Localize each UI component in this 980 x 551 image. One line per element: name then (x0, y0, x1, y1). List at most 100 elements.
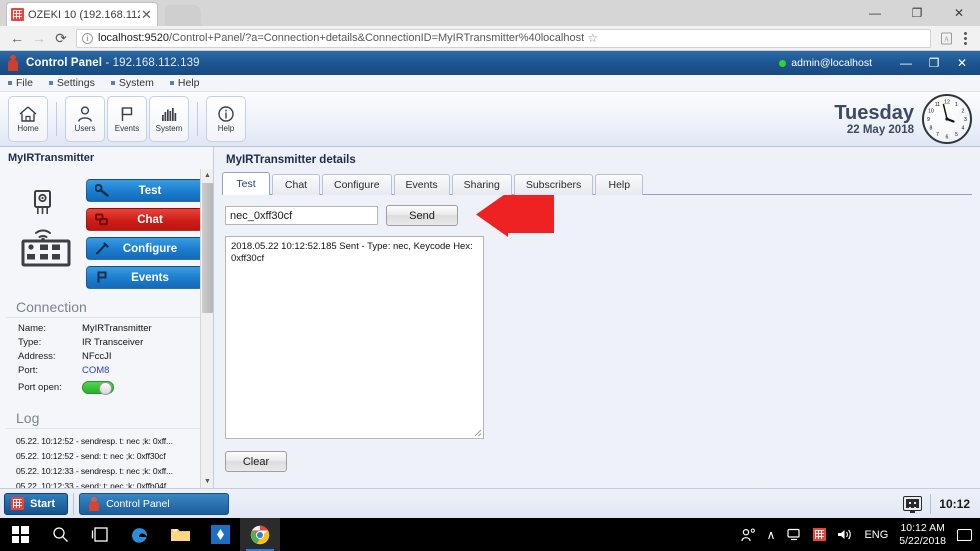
svg-text:10: 10 (928, 109, 934, 115)
sidebar-events-button[interactable]: Events (86, 266, 203, 289)
connection-name-value: MyIRTransmitter (82, 322, 152, 334)
task-view-button[interactable] (80, 518, 120, 551)
ozeki-start-label: Start (30, 497, 56, 510)
connection-row-type: Type: IR Transceiver (0, 335, 213, 349)
app-minimize-button[interactable]: — (892, 51, 920, 75)
taskbar-clock[interactable]: 10:12 AM 5/22/2018 (899, 522, 946, 548)
forward-icon[interactable]: → (28, 27, 50, 49)
browser-toolbar: ← → ⟳ i localhost:9520/Control+Panel/?a=… (0, 26, 980, 51)
scroll-up-icon[interactable]: ▲ (201, 169, 213, 182)
scrollbar-thumb[interactable] (202, 183, 213, 313)
tab-help[interactable]: Help (595, 174, 644, 195)
notification-icon[interactable] (957, 528, 972, 541)
tab-chat[interactable]: Chat (272, 174, 320, 195)
browser-close-button[interactable]: ✕ (938, 0, 980, 26)
app-close-button[interactable]: ✕ (948, 51, 976, 75)
wrench-icon (95, 242, 109, 255)
bookmark-star-icon[interactable]: ☆ (584, 31, 598, 45)
toolbar-users-label: Users (74, 124, 96, 133)
wrench-icon (95, 184, 109, 197)
connection-port-link[interactable]: COM8 (82, 365, 109, 376)
port-open-toggle[interactable] (82, 381, 114, 395)
file-explorer-button[interactable] (160, 518, 200, 551)
sidebar-configure-button[interactable]: Configure (86, 237, 203, 260)
tab-test[interactable]: Test (222, 172, 270, 195)
app-title: Control Panel - 192.168.112.139 (26, 57, 200, 69)
taskbar-time: 10:12 AM (900, 521, 945, 534)
connection-row-address: Address: NFccJI (0, 349, 213, 363)
tab-events[interactable]: Events (393, 174, 450, 195)
sidebar-chat-button[interactable]: Chat (86, 208, 203, 231)
reload-icon[interactable]: ⟳ (50, 27, 72, 49)
browser-minimize-button[interactable]: — (854, 0, 896, 26)
language-indicator[interactable]: ENG (864, 529, 888, 541)
edge-button[interactable] (120, 518, 160, 551)
store-button[interactable] (200, 518, 240, 551)
edge-icon (132, 527, 148, 543)
svg-text:2: 2 (962, 109, 965, 115)
browser-tab[interactable]: OZEKI 10 (192.168.112.1 ✕ (6, 2, 158, 26)
connection-name-key: Name: (18, 322, 46, 334)
pdf-extension-icon[interactable]: A (936, 28, 956, 48)
task-view-icon (91, 527, 108, 542)
back-icon[interactable]: ← (6, 27, 28, 49)
tab-subscribers[interactable]: Subscribers (513, 174, 594, 195)
ozeki-start-button[interactable]: Start (4, 492, 69, 515)
app-toolbar: Home Users Events System Help Tuesday 22… (0, 92, 980, 147)
menu-system[interactable]: System (111, 77, 154, 89)
taskbar-divider (930, 493, 932, 514)
sidebar-scroll-content: Test Chat Configure Events Connection Na… (0, 169, 213, 488)
resize-grip-icon[interactable] (472, 427, 482, 437)
toolbar-system-button[interactable]: System (149, 96, 189, 142)
toolbar-help-button[interactable]: Help (206, 96, 246, 142)
menu-file[interactable]: File (8, 77, 33, 89)
ozeki-control-panel-window: Control Panel - 192.168.112.139 admin@lo… (0, 51, 980, 488)
sidebar-chat-label: Chat (137, 213, 163, 226)
user-icon (78, 106, 92, 122)
app-maximize-button[interactable]: ❐ (920, 51, 948, 75)
scroll-down-icon[interactable]: ▼ (201, 475, 213, 488)
ozeki-robot-icon (88, 496, 100, 511)
windows-start-button[interactable] (0, 518, 40, 551)
header-clock: Tuesday 22 May 2018 12 1 2 3 45 6 78 9 10 11 (834, 94, 972, 144)
keycode-input[interactable] (225, 206, 378, 225)
monitor-icon[interactable] (903, 496, 923, 513)
svg-text:4: 4 (962, 126, 965, 132)
toolbar-home-button[interactable]: Home (8, 96, 48, 142)
chrome-button[interactable] (240, 518, 280, 551)
people-icon[interactable] (741, 527, 756, 542)
sidebar-scrollbar[interactable]: ▲ ▼ (200, 169, 213, 488)
tab-configure[interactable]: Configure (322, 174, 392, 195)
app-body: MyIRTransmitter Test Chat Configure Even… (0, 147, 980, 488)
logged-in-user[interactable]: admin@localhost (779, 51, 872, 75)
online-status-icon (779, 59, 787, 67)
page-title: MyIRTransmitter details (226, 154, 356, 166)
windows-search-button[interactable] (40, 518, 80, 551)
tab-sharing[interactable]: Sharing (451, 174, 512, 195)
network-icon[interactable] (786, 528, 802, 541)
svg-text:6: 6 (946, 135, 949, 141)
toolbar-users-button[interactable]: Users (65, 96, 105, 142)
send-button[interactable]: Send (386, 205, 458, 226)
menu-help[interactable]: Help (170, 77, 200, 89)
toolbar-separator-2 (197, 102, 198, 136)
ozeki-grid-icon[interactable] (813, 528, 827, 541)
address-bar-url: localhost:9520/Control+Panel/?a=Connecti… (98, 32, 584, 44)
address-bar[interactable]: i localhost:9520/Control+Panel/?a=Connec… (76, 28, 931, 48)
browser-maximize-button[interactable]: ❐ (896, 0, 938, 26)
sidebar-test-button[interactable]: Test (86, 179, 203, 202)
close-icon[interactable]: ✕ (140, 8, 153, 21)
browser-menu-button[interactable] (956, 28, 974, 48)
new-tab-button[interactable] (165, 5, 201, 26)
toolbar-help-label: Help (217, 124, 235, 133)
clear-button[interactable]: Clear (225, 451, 287, 472)
test-output-log[interactable]: 2018.05.22 10:12:52.185 Sent - Type: nec… (225, 236, 484, 439)
taskbar-task-control-panel[interactable]: Control Panel (79, 492, 230, 515)
chevron-up-icon[interactable]: ∧ (767, 528, 776, 542)
menu-settings[interactable]: Settings (49, 77, 95, 89)
ir-transmitter-icon (6, 173, 86, 289)
volume-icon[interactable] (837, 528, 853, 541)
port-open-label: Port open: (18, 382, 62, 393)
info-icon: i (82, 32, 93, 44)
toolbar-events-button[interactable]: Events (107, 96, 147, 142)
